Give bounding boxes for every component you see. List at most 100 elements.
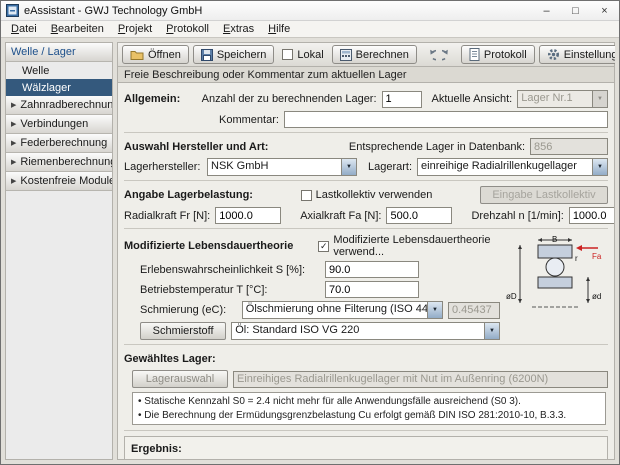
lagerhersteller-label: Lagerhersteller: — [124, 161, 202, 173]
drehzahl-label: Drehzahl n [1/min]: — [471, 210, 563, 222]
close-button[interactable]: × — [590, 1, 619, 20]
ec-field — [448, 302, 500, 319]
main-panel: Allgemein: Anzahl der zu berechnenden La… — [117, 83, 615, 460]
chevron-down-icon: ▼ — [592, 91, 607, 107]
hersteller-row-1: Auswahl Hersteller und Art: Entsprechend… — [124, 138, 608, 155]
calculate-label: Berechnen — [356, 49, 409, 61]
axialkraft-label: Axialkraft Fa [N]: — [300, 210, 381, 222]
chevron-down-icon: ▼ — [592, 159, 607, 175]
menu-extras[interactable]: Extras — [216, 22, 261, 36]
menu-projekt[interactable]: Projekt — [111, 22, 159, 36]
betriebstemperatur-input[interactable] — [325, 281, 419, 298]
schmierung-label: Schmierung (eC): — [140, 304, 237, 316]
description-text: Freie Beschreibung oder Kommentar zum ak… — [124, 69, 406, 81]
axialkraft-input[interactable] — [386, 207, 452, 224]
eingabe-lastkollektiv-button[interactable]: Eingabe Lastkollektiv — [480, 186, 608, 204]
lagerart-select[interactable]: einreihige Radialrillenkugellager ▼ — [417, 158, 608, 176]
view-select[interactable]: Lager Nr.1 ▼ — [517, 90, 608, 108]
gewaehlt-row-lager: Lagerauswahl — [124, 370, 608, 388]
erlebenswahrscheinlichkeit-label: Erlebenswahrscheinlichkeit S [%]: — [140, 264, 320, 276]
sidebar-group-zahnradberechnung[interactable]: ▶ Zahnradberechnung — [6, 96, 112, 115]
gewaehlt-title: Gewähltes Lager: — [124, 353, 216, 365]
hint-line-1: • Statische Kennzahl S0 = 2.4 nicht mehr… — [138, 395, 600, 409]
count-input[interactable] — [382, 91, 422, 108]
db-count-field — [530, 138, 608, 155]
app-window: eAssistant - GWJ Technology GmbH – □ × D… — [0, 0, 620, 465]
menu-hilfe[interactable]: Hilfe — [261, 22, 297, 36]
minimize-button[interactable]: – — [532, 1, 561, 20]
lebensdauer-row-schmierstoff: Schmierstoff Öl: Standard ISO VG 220 ▼ — [124, 322, 500, 340]
sidebar-group-kostenfreie-module[interactable]: ▶ Kostenfreie Module — [6, 172, 112, 191]
lagerhersteller-select[interactable]: NSK GmbH ▼ — [207, 158, 357, 176]
maximize-button[interactable]: □ — [561, 1, 590, 20]
lebensdauer-title: Modifizierte Lebensdauertheorie — [124, 240, 293, 252]
schmierung-value: Ölschmierung ohne Filterung (ISO 4406 -/… — [243, 302, 427, 318]
drehzahl-input[interactable] — [569, 207, 615, 224]
app-icon — [6, 4, 19, 17]
settings-label: Einstellungen — [564, 49, 615, 61]
lastkollektiv-label: Lastkollektiv verwenden — [316, 189, 433, 201]
titlebar: eAssistant - GWJ Technology GmbH – □ × — [1, 1, 619, 21]
radialkraft-input[interactable] — [215, 207, 281, 224]
erlebenswahrscheinlichkeit-input[interactable] — [325, 261, 419, 278]
protocol-label: Protokoll — [484, 49, 527, 61]
schmierung-select[interactable]: Ölschmierung ohne Filterung (ISO 4406 -/… — [242, 301, 443, 319]
sidebar-group-label: Zahnradberechnung — [20, 99, 112, 111]
redo-button[interactable] — [441, 46, 457, 64]
lagerauswahl-button[interactable]: Lagerauswahl — [132, 370, 228, 388]
gear-icon — [547, 48, 560, 61]
allgemein-row-1: Allgemein: Anzahl der zu berechnenden La… — [124, 90, 608, 108]
protocol-button[interactable]: Protokoll — [461, 45, 535, 64]
hint-box: • Statische Kennzahl S0 = 2.4 nicht mehr… — [132, 392, 606, 425]
schmierstoff-button[interactable]: Schmierstoff — [140, 322, 226, 340]
count-label: Anzahl der zu berechnenden Lager: — [202, 93, 377, 105]
settings-button[interactable]: Einstellungen — [539, 45, 615, 64]
local-checkbox[interactable]: Lokal — [278, 49, 327, 61]
calculate-button[interactable]: Berechnen — [332, 45, 417, 64]
section-hersteller: Auswahl Hersteller und Art: Entsprechend… — [124, 133, 608, 181]
ergebnis-title: Ergebnis: — [131, 443, 182, 455]
toolbar: Öffnen Speichern Lokal — [117, 42, 615, 67]
save-label: Speichern — [217, 49, 267, 61]
open-button[interactable]: Öffnen — [122, 45, 189, 64]
lebensdauer-row-title: Modifizierte Lebensdauertheorie ✓ Modifi… — [124, 234, 500, 258]
gewaehlt-row-title: Gewähltes Lager: — [124, 350, 608, 367]
modifizierte-label: Modifizierte Lebensdauertheorie verwend.… — [333, 234, 496, 258]
schmierstoff-select[interactable]: Öl: Standard ISO VG 220 ▼ — [231, 322, 500, 340]
section-allgemein: Allgemein: Anzahl der zu berechnenden La… — [124, 85, 608, 133]
menu-bearbeiten[interactable]: Bearbeiten — [44, 22, 111, 36]
chevron-right-icon: ▶ — [11, 177, 16, 185]
ergebnis-row-title: Ergebnis: — [131, 440, 601, 457]
save-button[interactable]: Speichern — [193, 45, 275, 64]
menu-datei[interactable]: Datei — [4, 22, 44, 36]
chevron-down-icon: ▼ — [484, 323, 499, 339]
betriebstemperatur-label: Betriebstemperatur T [°C]: — [140, 284, 320, 296]
section-belastung: Angabe Lagerbelastung: Lastkollektiv ver… — [124, 181, 608, 229]
chevron-right-icon: ▶ — [11, 139, 16, 147]
lagerart-value: einreihige Radialrillenkugellager — [418, 159, 592, 175]
main-column: Öffnen Speichern Lokal — [117, 42, 615, 460]
sidebar-group-verbindungen[interactable]: ▶ Verbindungen — [6, 115, 112, 134]
lagerhersteller-value: NSK GmbH — [208, 159, 341, 175]
sidebar-group-federberechnung[interactable]: ▶ Federberechnung — [6, 134, 112, 153]
undo-button[interactable] — [421, 46, 437, 64]
menubar: Datei Bearbeiten Projekt Protokoll Extra… — [1, 21, 619, 38]
module-sidebar: Welle / Lager Welle Wälzlager ▶ Zahnradb… — [5, 42, 113, 460]
window-title: eAssistant - GWJ Technology GmbH — [24, 5, 527, 17]
comment-input[interactable] — [284, 111, 608, 128]
allgemein-row-2: Kommentar: — [124, 111, 608, 128]
allgemein-title: Allgemein: — [124, 93, 197, 105]
modifizierte-checkbox[interactable]: ✓ Modifizierte Lebensdauertheorie verwen… — [314, 234, 500, 258]
sidebar-group-label: Federberechnung — [20, 137, 107, 149]
diagram-label-B: B — [552, 235, 557, 244]
sidebar-group-riemenberechnung[interactable]: ▶ Riemenberechnung — [6, 153, 112, 172]
sidebar-item-waelzlager[interactable]: Wälzlager — [6, 79, 112, 96]
chevron-down-icon: ▼ — [341, 159, 356, 175]
sidebar-item-label: Wälzlager — [22, 82, 71, 94]
menu-protokoll[interactable]: Protokoll — [159, 22, 216, 36]
sidebar-item-welle[interactable]: Welle — [6, 62, 112, 79]
sidebar-item-label: Welle — [22, 65, 49, 77]
lastkollektiv-checkbox[interactable]: Lastkollektiv verwenden — [297, 189, 437, 201]
checkbox-icon — [282, 49, 293, 60]
sidebar-group-welle-lager[interactable]: Welle / Lager — [6, 43, 112, 62]
